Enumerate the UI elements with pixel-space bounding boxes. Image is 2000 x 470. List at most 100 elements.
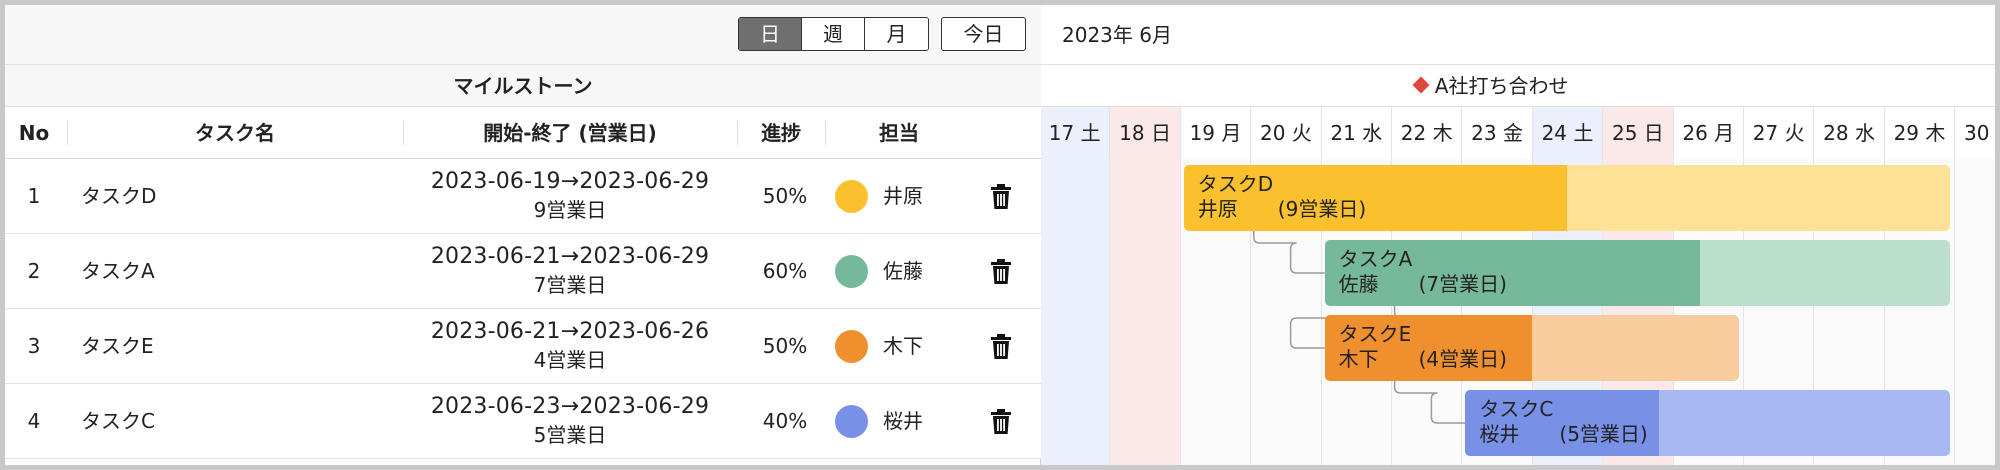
assignee-name[interactable]: 佐藤: [883, 234, 923, 309]
table-row[interactable]: 4 タスクC 2023-06-23→2023-06-29 5営業日 40% 桜井: [5, 384, 1041, 459]
task-bar[interactable]: タスクC 桜井 (5営業日): [1465, 390, 1951, 456]
progress-value[interactable]: 60%: [745, 234, 825, 309]
task-bar-name: タスクC: [1479, 397, 1554, 421]
arrow-icon: →: [560, 244, 580, 269]
date-range[interactable]: 2023-06-21→2023-06-29 7営業日: [403, 242, 737, 300]
day-header-cell: 23 金: [1461, 107, 1532, 159]
date-range[interactable]: 2023-06-23→2023-06-29 5営業日: [403, 392, 737, 450]
progress-value[interactable]: 50%: [745, 309, 825, 384]
task-bar-days: (5営業日): [1559, 422, 1648, 446]
task-table-panel: 日 週 月 今日 マイルストーン No タスク名 開始-終了 (営業日) 進捗 …: [5, 5, 1041, 465]
task-bar-label: タスクE 木下 (4営業日): [1339, 322, 1507, 372]
milestone-row: A社打ち合わせ: [1041, 65, 1995, 107]
view-month-button[interactable]: 月: [865, 18, 928, 50]
task-bar-name: タスクD: [1197, 172, 1274, 196]
end-date: 2023-06-29: [579, 394, 710, 419]
assignee-avatar: [835, 180, 868, 213]
row-number: 3: [27, 334, 41, 358]
business-days: 5営業日: [533, 423, 607, 447]
day-header-cell: 19 月: [1179, 107, 1251, 159]
view-day-button[interactable]: 日: [739, 18, 802, 50]
day-header-cell: 28 水: [1813, 107, 1884, 159]
row-number: 2: [27, 259, 41, 283]
date-range[interactable]: 2023-06-21→2023-06-26 4営業日: [403, 317, 737, 375]
day-header-cell: 17 土: [1041, 107, 1110, 159]
task-bar-label: タスクD 井原 (9営業日): [1198, 172, 1366, 222]
progress-value[interactable]: 40%: [745, 384, 825, 459]
timeline-panel: 2023年 6月 A社打ち合わせ 17 土 18 日 19 月 20 火 21 水 22 …: [1041, 5, 1995, 465]
start-date: 2023-06-19: [430, 169, 561, 194]
progress-value[interactable]: 50%: [745, 159, 825, 234]
task-bar[interactable]: タスクE 木下 (4営業日): [1324, 315, 1739, 381]
business-days: 9営業日: [533, 198, 607, 222]
assignee-name[interactable]: 木下: [883, 309, 923, 384]
task-bar-days: (9営業日): [1277, 197, 1367, 221]
task-bar-assignee: 桜井: [1479, 422, 1520, 446]
business-days: 7営業日: [533, 273, 607, 297]
task-bar-assignee: 木下: [1338, 347, 1379, 371]
table-row[interactable]: 2 タスクA 2023-06-21→2023-06-29 7営業日 60% 佐藤: [5, 234, 1041, 309]
col-header-no: No: [18, 121, 50, 145]
dependency-line: [1253, 231, 1325, 274]
table-header: No タスク名 開始-終了 (営業日) 進捗 担当: [5, 107, 1041, 159]
day-header-cell: 29 木: [1883, 107, 1955, 159]
trash-icon[interactable]: [990, 259, 1012, 285]
start-date: 2023-06-21: [430, 319, 561, 344]
day-header-cell: 21 水: [1320, 107, 1391, 159]
trash-icon[interactable]: [990, 184, 1012, 210]
row-number: 4: [27, 409, 41, 433]
day-header-cell: 20 火: [1250, 107, 1321, 159]
month-bar: 2023年 6月: [1041, 5, 1995, 65]
col-header-name: タスク名: [195, 121, 275, 145]
milestone-diamond-icon: [1412, 76, 1430, 94]
end-date: 2023-06-29: [579, 169, 710, 194]
task-bar[interactable]: タスクD 井原 (9営業日): [1183, 165, 1951, 231]
task-name[interactable]: タスクA: [81, 234, 155, 309]
day-header-cell: 22 木: [1391, 107, 1462, 159]
task-bar-label: タスクA 佐藤 (7営業日): [1339, 247, 1507, 297]
toolbar: 日 週 月 今日: [5, 5, 1041, 65]
task-bar-days: (7営業日): [1418, 272, 1507, 296]
day-header-cell: 25 日: [1602, 107, 1673, 159]
task-bar-days: (4営業日): [1418, 347, 1507, 371]
assignee-avatar: [835, 405, 868, 438]
day-header-cell: 26 月: [1672, 107, 1743, 159]
task-name[interactable]: タスクC: [81, 384, 155, 459]
day-header-cell: 27 火: [1743, 107, 1814, 159]
assignee-name[interactable]: 桜井: [883, 384, 923, 459]
end-date: 2023-06-29: [579, 244, 710, 269]
col-header-progress: 進捗: [761, 121, 801, 145]
start-date: 2023-06-21: [430, 244, 561, 269]
task-name[interactable]: タスクD: [81, 159, 156, 234]
task-bar-assignee: 井原: [1197, 197, 1238, 221]
arrow-icon: →: [560, 319, 580, 344]
arrow-icon: →: [560, 169, 580, 194]
day-header-cell: 18 日: [1109, 107, 1180, 159]
col-header-range: 開始-終了 (営業日): [483, 121, 657, 145]
date-range[interactable]: 2023-06-19→2023-06-29 9営業日: [403, 167, 737, 225]
trash-icon[interactable]: [990, 334, 1012, 360]
view-week-button[interactable]: 週: [802, 18, 865, 50]
month-label: 2023年 6月: [1062, 23, 1172, 47]
table-row[interactable]: 1 タスクD 2023-06-19→2023-06-29 9営業日 50% 井原: [5, 159, 1041, 234]
row-number: 1: [27, 184, 41, 208]
milestone-label: A社打ち合わせ: [1434, 74, 1569, 98]
task-bar[interactable]: タスクA 佐藤 (7営業日): [1324, 240, 1951, 306]
task-bar-name: タスクE: [1338, 322, 1412, 346]
start-date: 2023-06-23: [430, 394, 561, 419]
today-button[interactable]: 今日: [941, 17, 1026, 51]
end-date: 2023-06-26: [579, 319, 710, 344]
gantt-app: 日 週 月 今日 マイルストーン No タスク名 開始-終了 (営業日) 進捗 …: [5, 5, 1995, 465]
milestone-marker[interactable]: A社打ち合わせ: [1412, 65, 1569, 107]
business-days: 4営業日: [533, 348, 607, 372]
assignee-name[interactable]: 井原: [883, 159, 923, 234]
milestone-header: マイルストーン: [5, 65, 1041, 107]
table-row[interactable]: 3 タスクE 2023-06-21→2023-06-26 4営業日 50% 木下: [5, 309, 1041, 384]
arrow-icon: →: [560, 394, 580, 419]
day-header: 17 土 18 日 19 月 20 火 21 水 22 木 23 金 24 土 25 日 26 月…: [1041, 107, 1995, 159]
trash-icon[interactable]: [990, 409, 1012, 435]
task-name[interactable]: タスクE: [81, 309, 154, 384]
assignee-avatar: [835, 330, 868, 363]
day-header-cell: 30 金: [1954, 107, 1995, 159]
day-header-cell: 24 土: [1531, 107, 1603, 159]
